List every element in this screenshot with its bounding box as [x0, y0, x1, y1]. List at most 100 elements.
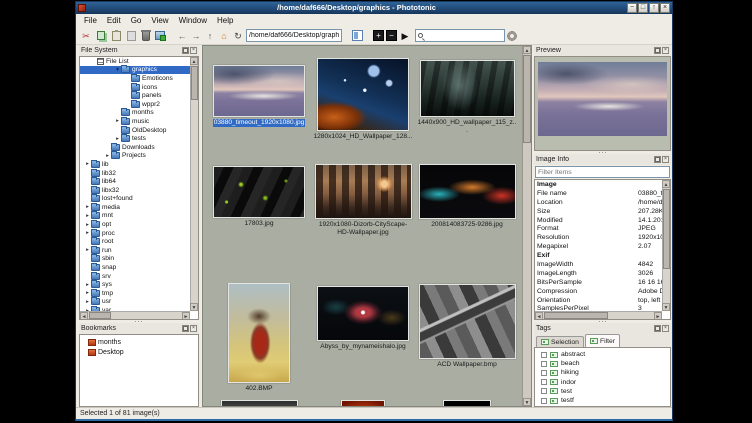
tree-item-srv[interactable]: srv	[80, 272, 190, 281]
tree-item-sbin[interactable]: sbin	[80, 255, 190, 264]
expander-closed-icon[interactable]: ▸	[114, 118, 121, 124]
expander-closed-icon[interactable]: ▸	[104, 153, 111, 159]
tree-item-wppr2[interactable]: wppr2	[80, 100, 190, 109]
scroll-up-icon[interactable]: ▲	[523, 46, 531, 54]
thumbnail-cell[interactable]: 03880_timeout_1920x1080.jpg	[207, 58, 311, 164]
home-icon[interactable]: ⌂	[218, 30, 230, 42]
save-image-icon[interactable]	[155, 31, 165, 40]
thumbnail-image[interactable]	[419, 284, 516, 359]
tree-item-months[interactable]: months	[80, 109, 190, 118]
scroll-thumb[interactable]	[544, 312, 608, 319]
tag-row-test[interactable]: test	[541, 387, 670, 396]
tab-selection[interactable]: Selection	[536, 336, 584, 347]
expander-closed-icon[interactable]: ▸	[84, 290, 91, 296]
close-icon[interactable]: ×	[190, 325, 197, 332]
tree-item-lib32[interactable]: lib32	[80, 169, 190, 178]
undock-icon[interactable]	[182, 47, 189, 54]
undock-icon[interactable]	[182, 325, 189, 332]
scroll-left-icon[interactable]: ◄	[80, 312, 88, 320]
title-bar[interactable]: /home/daf666/Desktop/graphics - Phototon…	[76, 2, 672, 14]
delete-icon[interactable]	[127, 31, 136, 41]
expander-closed-icon[interactable]: ▸	[84, 161, 91, 167]
path-input[interactable]	[246, 29, 342, 42]
tree-item-lost-found[interactable]: lost+found	[80, 195, 190, 204]
thumbnail-cell[interactable]: ACD Wallpaper.bmp	[415, 283, 519, 400]
scroll-up-icon[interactable]: ▲	[662, 180, 670, 188]
scroll-down-icon[interactable]: ▼	[523, 398, 531, 406]
tag-checkbox[interactable]	[541, 379, 547, 385]
search-box[interactable]	[415, 29, 505, 42]
thumbnail-cell[interactable]: Abyss_by_mynameishalo.jpg	[311, 283, 415, 400]
tree-item-usr[interactable]: ▸usr	[80, 298, 190, 307]
tree-item-proc[interactable]: ▸proc	[80, 229, 190, 238]
thumbnail-cell[interactable]: 1280x1024_HD_Wallpaper_128...	[311, 58, 415, 164]
scroll-up-icon[interactable]: ▲	[190, 57, 198, 65]
info-filter-input[interactable]	[535, 166, 670, 178]
tag-checkbox[interactable]	[541, 352, 547, 358]
refresh-icon[interactable]: ↻	[232, 30, 244, 42]
tag-checkbox[interactable]	[541, 361, 547, 367]
tag-row-hiking[interactable]: hiking	[541, 368, 670, 377]
close-icon[interactable]: ×	[662, 47, 669, 54]
thumbnail-cell[interactable]	[415, 400, 519, 406]
thumbnail-image[interactable]	[317, 58, 409, 131]
cut-icon[interactable]: ✂	[80, 30, 92, 42]
tree-item-run[interactable]: ▸run	[80, 246, 190, 255]
tree-horizontal-scrollbar[interactable]: ◄ ►	[80, 311, 190, 319]
tag-checkbox[interactable]	[541, 398, 547, 404]
menu-file[interactable]: File	[79, 14, 102, 27]
thumbnail-image[interactable]	[317, 286, 409, 341]
expander-closed-icon[interactable]: ▸	[114, 136, 121, 142]
tag-checkbox[interactable]	[541, 388, 547, 394]
tree-item-emoticons[interactable]: Emoticons	[80, 74, 190, 83]
tree-item-tmp[interactable]: ▸tmp	[80, 289, 190, 298]
tree-item-panels[interactable]: panels	[80, 91, 190, 100]
tree-item-projects[interactable]: ▸Projects	[80, 152, 190, 161]
info-vertical-scrollbar[interactable]: ▲ ▼	[662, 180, 670, 311]
menu-help[interactable]: Help	[212, 14, 238, 27]
tag-row-indor[interactable]: indor	[541, 378, 670, 387]
tag-row-testf[interactable]: testf	[541, 396, 670, 405]
menu-window[interactable]: Window	[174, 14, 212, 27]
shade-button[interactable]: ↑	[649, 3, 659, 13]
tree-item-opt[interactable]: ▸opt	[80, 220, 190, 229]
paste-icon[interactable]	[112, 31, 121, 41]
zoom-out-icon[interactable]: −	[386, 30, 397, 41]
scroll-thumb[interactable]	[89, 312, 111, 319]
thumbnail-image[interactable]	[213, 166, 305, 218]
thumbnail-image[interactable]	[341, 400, 385, 406]
settings-gear-icon[interactable]	[507, 31, 517, 41]
tag-row-transport[interactable]: transport	[541, 405, 670, 407]
thumbnail-image[interactable]	[221, 400, 298, 406]
zoom-in-icon[interactable]: +	[373, 30, 384, 41]
minimize-button[interactable]: −	[627, 3, 637, 13]
trash-icon[interactable]	[142, 31, 150, 41]
undock-icon[interactable]	[654, 156, 661, 163]
expander-closed-icon[interactable]: ▸	[84, 213, 91, 219]
tree-item-music[interactable]: ▸music	[80, 117, 190, 126]
scroll-thumb[interactable]	[191, 66, 198, 100]
close-icon[interactable]: ×	[662, 325, 669, 332]
bookmark-months[interactable]: months	[88, 337, 198, 347]
splitter[interactable]	[534, 151, 671, 154]
tag-row-beach[interactable]: beach	[541, 359, 670, 368]
splitter[interactable]	[79, 320, 199, 323]
thumbnail-image[interactable]	[228, 283, 290, 383]
thumbnail-cell[interactable]: 1920x1080-Dizorb-CityScape-HD-Wallpaper.…	[311, 164, 415, 283]
expander-closed-icon[interactable]: ▸	[84, 230, 91, 236]
tree-item-olddesktop[interactable]: OldDesktop	[80, 126, 190, 135]
menu-edit[interactable]: Edit	[102, 14, 126, 27]
tree-item-snap[interactable]: snap	[80, 263, 190, 272]
tag-checkbox[interactable]	[541, 370, 547, 376]
tag-row-abstract[interactable]: abstract	[541, 350, 670, 359]
undock-icon[interactable]	[654, 325, 661, 332]
bookmark-desktop[interactable]: Desktop	[88, 347, 198, 357]
thumbnail-image[interactable]	[419, 164, 516, 219]
tree-item-media[interactable]: ▸media	[80, 203, 190, 212]
menu-view[interactable]: View	[146, 14, 173, 27]
scroll-left-icon[interactable]: ◄	[535, 312, 543, 320]
tree-item-file-list[interactable]: File List	[80, 57, 190, 66]
tree-item-graphics[interactable]: ▾graphics	[80, 66, 190, 75]
close-button[interactable]: ×	[660, 3, 670, 13]
scroll-down-icon[interactable]: ▼	[662, 303, 670, 311]
